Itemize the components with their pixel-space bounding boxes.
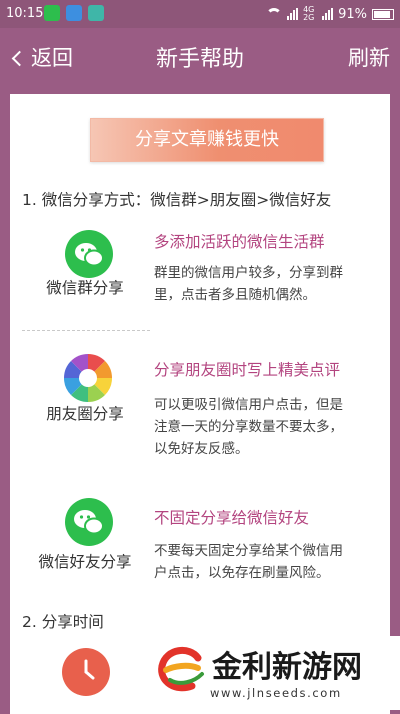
desc-line: 户点击，以免存在刷量风险。 <box>154 565 330 581</box>
watermark-url: www.jlnseeds.com <box>210 686 342 700</box>
signal-icon-2 <box>322 8 334 20</box>
item-heading-wechat-friend: 不固定分享给微信好友 <box>154 509 310 527</box>
watermark: 金利新游网 www.jlnseeds.com <box>150 636 400 710</box>
status-app-icons <box>44 5 104 21</box>
desc-line: 以免好友反感。 <box>154 441 249 457</box>
status-bar: 10:15 4G 2G 91% <box>0 0 400 28</box>
status-time: 10:15 <box>6 6 44 21</box>
watermark-logo-icon <box>158 647 204 692</box>
desc-line: 可以更吸引微信用户点击，但是 <box>154 397 343 413</box>
section-title-share-time: 2. 分享时间 <box>22 613 104 631</box>
divider <box>22 330 150 331</box>
message-icon <box>66 5 82 21</box>
desc-line: 里，点击者多且随机偶然。 <box>154 287 316 303</box>
section-title-share-methods: 1. 微信分享方式：微信群>朋友圈>微信好友 <box>22 191 332 209</box>
item-label-moments: 朋友圈分享 <box>46 405 124 423</box>
wechat-group-icon <box>65 230 113 278</box>
status-right: 4G 2G 91% <box>266 6 394 22</box>
wechat-friend-icon <box>65 498 113 546</box>
desc-line: 不要每天固定分享给某个微信用 <box>154 543 343 559</box>
refresh-button[interactable]: 刷新 <box>348 42 390 72</box>
app-icon <box>88 5 104 21</box>
desc-line: 注意一天的分享数量不要太多， <box>154 419 343 435</box>
network-type: 4G 2G <box>303 5 315 22</box>
clock-icon <box>62 648 110 696</box>
wifi-icon <box>266 8 283 20</box>
item-heading-moments: 分享朋友圈时写上精美点评 <box>154 361 341 379</box>
nav-bar: 返回 新手帮助 刷新 <box>0 28 400 86</box>
item-desc-wechat-friend: 不要每天固定分享给某个微信用 户点击，以免存在刷量风险。 <box>154 540 343 584</box>
item-heading-wechat-group: 多添加活跃的微信生活群 <box>154 233 325 251</box>
page-title: 新手帮助 <box>155 47 244 72</box>
item-label-wechat-group: 微信群分享 <box>46 279 124 297</box>
watermark-name: 金利新游网 <box>212 650 362 685</box>
moments-icon <box>62 352 114 404</box>
signal-icon <box>287 8 299 20</box>
battery-icon <box>372 8 394 20</box>
battery-percent: 91% <box>338 6 367 22</box>
desc-line: 群里的微信用户较多，分享到群 <box>154 265 343 281</box>
help-content: 分享文章赚钱更快 1. 微信分享方式：微信群>朋友圈>微信好友 微信群分享 多添… <box>10 94 390 714</box>
banner-title: 分享文章赚钱更快 <box>90 118 324 162</box>
item-desc-moments: 可以更吸引微信用户点击，但是 注意一天的分享数量不要太多， 以免好友反感。 <box>154 394 343 460</box>
item-label-wechat-friend: 微信好友分享 <box>38 553 132 571</box>
wechat-icon <box>44 5 60 21</box>
item-desc-wechat-group: 群里的微信用户较多，分享到群 里，点击者多且随机偶然。 <box>154 262 343 306</box>
